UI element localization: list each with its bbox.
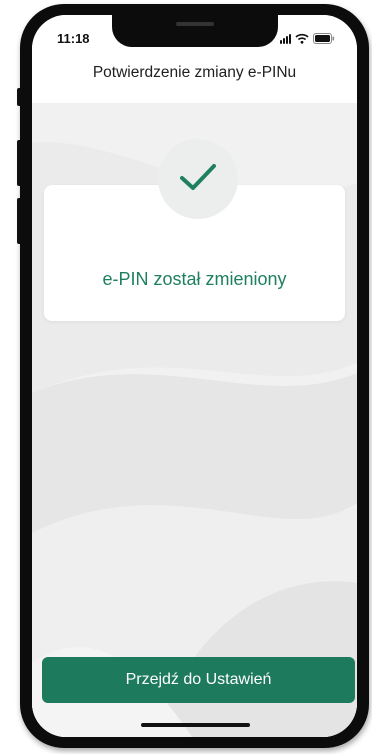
home-indicator[interactable]: [141, 723, 250, 727]
signal-icon: [280, 33, 291, 44]
battery-icon: [313, 33, 335, 44]
page-header: Potwierdzenie zmiany e-PINu: [32, 59, 357, 103]
success-badge: [158, 139, 238, 219]
status-time: 11:18: [57, 31, 90, 46]
phone-screen: 11:18 Potwierdzenie zmiany e-PINu e-PIN …: [32, 15, 357, 737]
checkmark-icon: [178, 161, 218, 198]
camera-notch: [112, 15, 278, 47]
wifi-icon: [295, 33, 309, 44]
success-message: e-PIN został zmieniony: [102, 269, 287, 289]
phone-frame: 11:18 Potwierdzenie zmiany e-PINu e-PIN …: [20, 4, 369, 748]
page-title: Potwierdzenie zmiany e-PINu: [92, 64, 297, 81]
speaker-grille: [176, 22, 214, 26]
go-to-settings-button[interactable]: Przejdź do Ustawień: [42, 657, 355, 703]
status-icons: [280, 32, 335, 44]
